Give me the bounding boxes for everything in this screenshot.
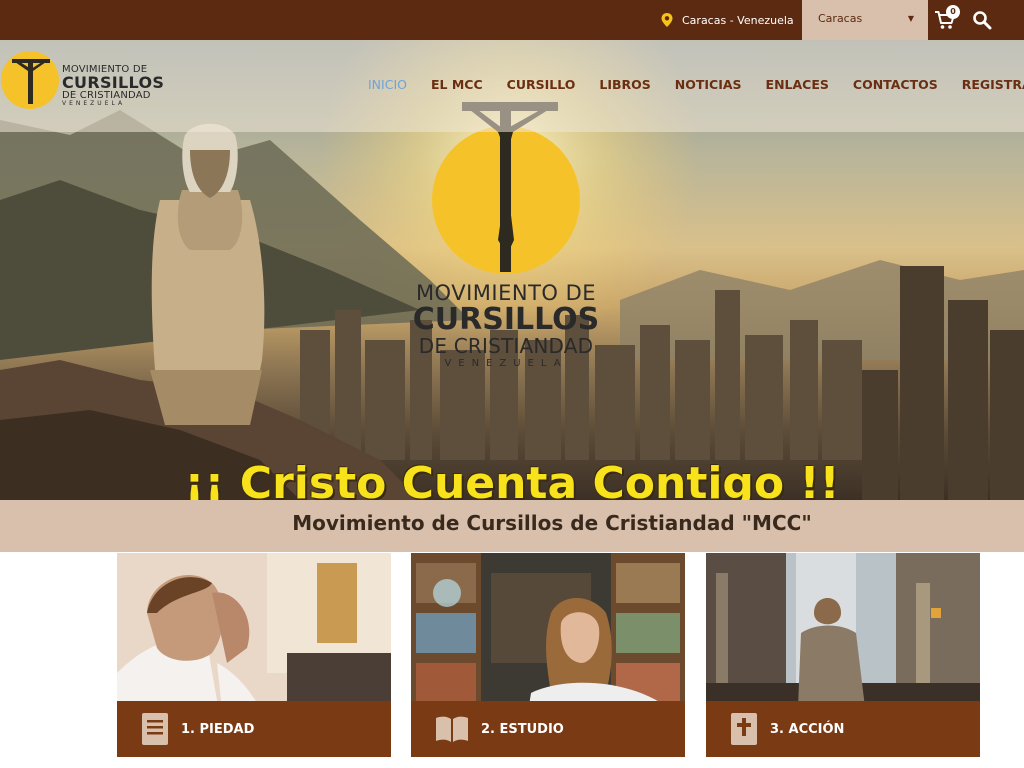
site-logo[interactable]: MOVIMIENTO DE CURSILLOS DE CRISTIANDAD V… (0, 47, 164, 117)
card-estudio[interactable]: 2. ESTUDIO (411, 553, 685, 757)
nav-item-noticias[interactable]: NOTICIAS (675, 77, 742, 92)
logo-crucifix-icon (1, 51, 59, 109)
hero-logo-text: MOVIMIENTO DE CURSILLOS DE CRISTIANDAD V… (400, 282, 612, 369)
nav-item-cursillo[interactable]: CURSILLO (507, 77, 576, 92)
site-header: MOVIMIENTO DE CURSILLOS DE CRISTIANDAD V… (0, 40, 1024, 132)
location-info: Caracas - Venezuela (660, 11, 794, 29)
section-title: Movimiento de Cursillos de Cristiandad "… (292, 511, 812, 535)
hero-logo-line4: VENEZUELA (444, 357, 568, 369)
hero-logo-line3: DE CRISTIANDAD (418, 333, 594, 358)
card-accion[interactable]: 3. ACCIÓN (706, 553, 980, 757)
nav-item-libros[interactable]: LIBROS (599, 77, 650, 92)
search-icon[interactable] (972, 10, 992, 30)
card-estudio-bar: 2. ESTUDIO (411, 701, 685, 757)
nav-item-registrate[interactable]: REGISTRATE (962, 77, 1024, 92)
bible-cross-icon (731, 713, 757, 745)
logo-line4: VENEZUELA (62, 100, 126, 107)
card-accion-label: 3. ACCIÓN (770, 721, 845, 737)
map-pin-icon (661, 13, 673, 27)
card-estudio-label: 2. ESTUDIO (481, 721, 564, 737)
nav-item-contactos[interactable]: CONTACTOS (853, 77, 938, 92)
card-piedad[interactable]: 1. PIEDAD (117, 553, 391, 757)
card-piedad-bar: 1. PIEDAD (117, 701, 391, 757)
city-select-value: Caracas (818, 12, 863, 25)
open-book-icon (436, 716, 468, 742)
cart-count-badge: 0 (946, 5, 960, 19)
card-accion-bar: 3. ACCIÓN (706, 701, 980, 757)
nav-item-enlaces[interactable]: ENLACES (766, 77, 829, 92)
location-text: Caracas - Venezuela (682, 13, 794, 27)
hero-logo-line2: CURSILLOS (412, 302, 600, 338)
logo-text: MOVIMIENTO DE CURSILLOS DE CRISTIANDAD V… (62, 65, 164, 107)
book-icon (142, 713, 168, 745)
hero-tagline: ¡¡ Cristo Cuenta Contigo !! (184, 458, 840, 500)
chevron-down-icon: ▼ (907, 14, 914, 23)
top-bar: Caracas - Venezuela Caracas ▼ 0 (0, 0, 1024, 40)
logo-line2: CURSILLOS (62, 73, 165, 92)
section-title-strip: Movimiento de Cursillos de Cristiandad "… (0, 500, 1024, 552)
city-select[interactable]: Caracas ▼ (802, 0, 928, 40)
card-piedad-label: 1. PIEDAD (181, 721, 255, 737)
nav-item-inicio[interactable]: INICIO (368, 77, 407, 92)
nav-item-el-mcc[interactable]: EL MCC (431, 77, 483, 92)
main-nav: INICIO EL MCC CURSILLO LIBROS NOTICIAS E… (368, 77, 1024, 92)
hero-logo-line1: MOVIMIENTO DE (415, 281, 597, 305)
